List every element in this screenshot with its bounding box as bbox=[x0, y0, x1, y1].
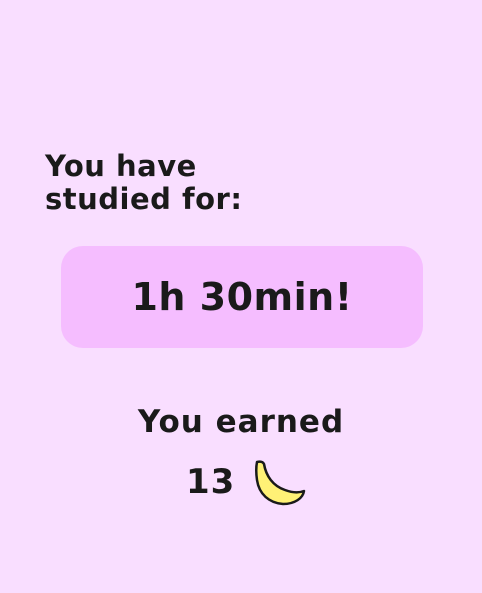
studied-heading-line2: studied for: bbox=[45, 182, 243, 216]
reward-row: 13 bbox=[186, 458, 307, 506]
studied-heading: You have studied for: bbox=[45, 150, 242, 216]
study-time-value: 1h 30min! bbox=[131, 275, 353, 319]
earned-label: You earned bbox=[137, 404, 345, 440]
banana-icon bbox=[255, 460, 306, 506]
study-time-card: 1h 30min! bbox=[61, 246, 423, 348]
studied-heading-line1: You have bbox=[45, 149, 197, 183]
reward-count: 13 bbox=[186, 462, 236, 502]
